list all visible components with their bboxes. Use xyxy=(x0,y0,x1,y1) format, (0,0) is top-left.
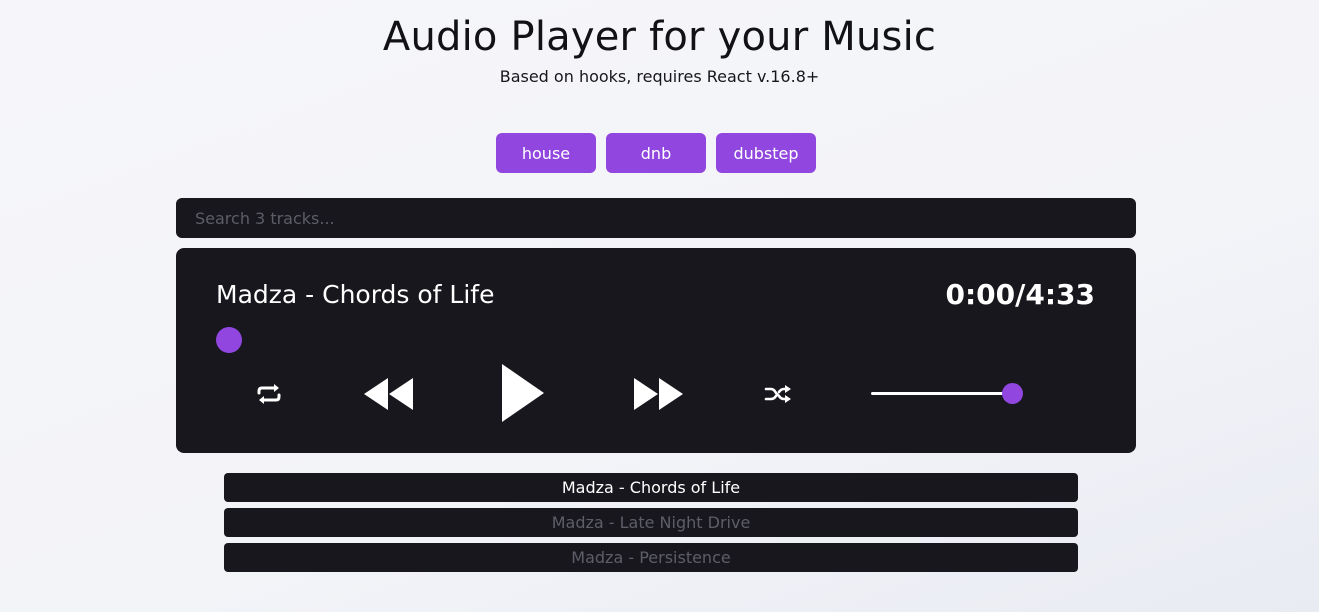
tag-button-dubstep[interactable]: dubstep xyxy=(716,133,816,173)
player-panel: Madza - Chords of Life 0:00/4:33 xyxy=(176,248,1136,453)
repeat-button[interactable] xyxy=(254,380,284,408)
play-icon xyxy=(502,364,544,422)
playlist-item-1[interactable]: Madza - Chords of Life xyxy=(224,473,1078,502)
volume-knob[interactable] xyxy=(1002,383,1023,404)
shuffle-button[interactable] xyxy=(763,382,793,406)
tag-filter-bar: house dnb dubstep xyxy=(496,133,816,173)
rewind-icon xyxy=(364,378,413,410)
page-subtitle: Based on hooks, requires React v.16.8+ xyxy=(499,67,820,86)
current-track-title: Madza - Chords of Life xyxy=(216,280,495,309)
track-time: 0:00/4:33 xyxy=(945,278,1095,311)
fast-forward-icon xyxy=(634,378,683,410)
playlist-item-3[interactable]: Madza - Persistence xyxy=(224,543,1078,572)
playlist: Madza - Chords of Life Madza - Late Nigh… xyxy=(224,473,1078,578)
next-button[interactable] xyxy=(633,376,685,412)
previous-button[interactable] xyxy=(362,376,414,412)
repeat-icon xyxy=(257,384,281,404)
search-input[interactable] xyxy=(176,198,1136,238)
tag-button-house[interactable]: house xyxy=(496,133,596,173)
tag-button-dnb[interactable]: dnb xyxy=(606,133,706,173)
volume-slider[interactable] xyxy=(871,392,1013,395)
playlist-item-2[interactable]: Madza - Late Night Drive xyxy=(224,508,1078,537)
progress-bar[interactable] xyxy=(216,339,1095,341)
shuffle-icon xyxy=(764,385,791,403)
progress-knob[interactable] xyxy=(216,327,242,353)
play-button[interactable] xyxy=(496,362,548,424)
page-title: Audio Player for your Music xyxy=(382,14,937,60)
